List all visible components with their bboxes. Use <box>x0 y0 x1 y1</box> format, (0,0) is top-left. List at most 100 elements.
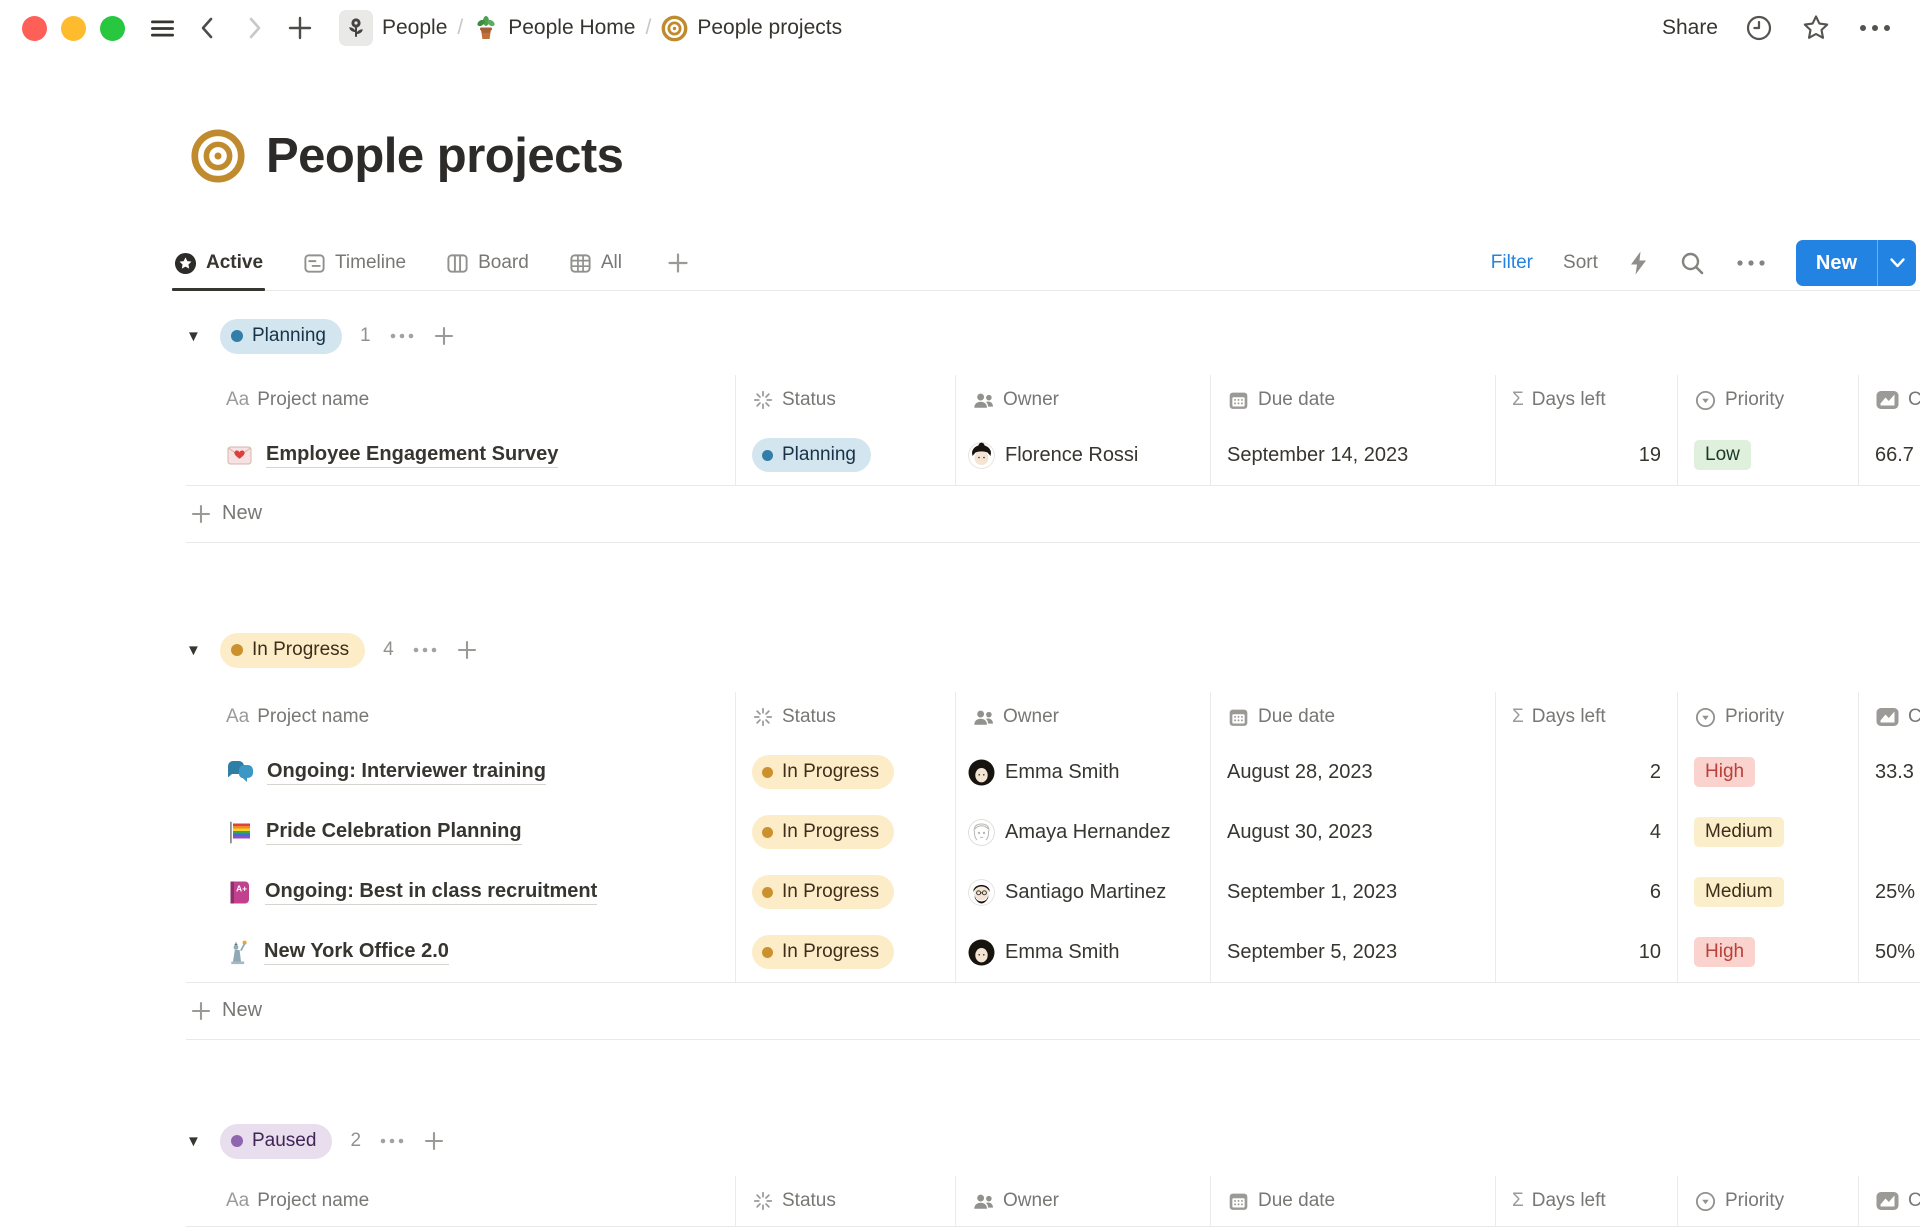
tab-timeline[interactable]: Timeline <box>301 236 408 290</box>
project-name-link[interactable]: Pride Celebration Planning <box>266 820 522 845</box>
group-pill-planning[interactable]: Planning <box>220 319 342 354</box>
column-header-priority[interactable]: Priority <box>1678 1176 1859 1226</box>
days-left-cell[interactable]: 2 <box>1496 742 1678 802</box>
new-row-button[interactable]: New <box>186 485 1920 543</box>
column-header-priority[interactable]: Priority <box>1678 692 1859 742</box>
new-row-button[interactable]: New <box>186 982 1920 1040</box>
hamburger-menu-icon[interactable] <box>145 11 179 45</box>
search-icon[interactable] <box>1679 250 1706 277</box>
share-button[interactable]: Share <box>1662 16 1718 40</box>
group-pill-paused[interactable]: Paused <box>220 1124 332 1159</box>
due-date-cell[interactable]: September 1, 2023 <box>1211 862 1496 922</box>
history-clock-icon[interactable] <box>1744 13 1774 43</box>
project-name-link[interactable]: Ongoing: Best in class recruitment <box>265 880 597 905</box>
column-header-days-left[interactable]: ΣDays left <box>1496 375 1678 425</box>
project-name-cell[interactable]: New York Office 2.0 <box>186 922 736 982</box>
project-name-cell[interactable]: Ongoing: Interviewer training <box>186 742 736 802</box>
owner-cell[interactable]: Santiago Martinez <box>956 862 1211 922</box>
filter-button[interactable]: Filter <box>1491 252 1533 274</box>
column-header-completion[interactable]: Completion <box>1859 1176 1920 1226</box>
column-header-project-name[interactable]: AaProject name <box>186 692 736 742</box>
status-cell[interactable]: In Progress <box>736 802 956 862</box>
group-more-icon[interactable] <box>412 646 438 654</box>
due-date-cell[interactable]: September 14, 2023 <box>1211 425 1496 485</box>
group-add-icon[interactable] <box>456 639 478 661</box>
column-header-due-date[interactable]: Due date <box>1211 375 1496 425</box>
automation-bolt-icon[interactable] <box>1628 250 1649 276</box>
status-cell[interactable]: Planning <box>736 425 956 485</box>
priority-cell[interactable]: Low <box>1678 425 1859 485</box>
breadcrumb-people-home[interactable]: People Home <box>467 10 641 46</box>
column-header-project-name[interactable]: AaProject name <box>186 1176 736 1226</box>
priority-cell[interactable]: High <box>1678 742 1859 802</box>
column-header-owner[interactable]: Owner <box>956 1176 1211 1226</box>
column-header-days-left[interactable]: ΣDays left <box>1496 692 1678 742</box>
breadcrumb-people[interactable]: People <box>333 6 453 50</box>
group-toggle-icon[interactable]: ▼ <box>186 328 202 345</box>
column-header-due-date[interactable]: Due date <box>1211 692 1496 742</box>
target-icon[interactable] <box>190 128 246 184</box>
column-header-status[interactable]: Status <box>736 375 956 425</box>
completion-cell[interactable]: 25% <box>1859 862 1920 922</box>
more-options-icon[interactable] <box>1858 22 1892 34</box>
owner-cell[interactable]: Amaya Hernandez <box>956 802 1211 862</box>
group-add-icon[interactable] <box>423 1130 445 1152</box>
due-date-cell[interactable]: August 28, 2023 <box>1211 742 1496 802</box>
tab-all[interactable]: All <box>567 236 624 290</box>
days-left-cell[interactable]: 6 <box>1496 862 1678 922</box>
group-more-icon[interactable] <box>379 1137 405 1145</box>
group-more-icon[interactable] <box>389 332 415 340</box>
column-header-project-name[interactable]: AaProject name <box>186 375 736 425</box>
priority-cell[interactable]: Medium <box>1678 862 1859 922</box>
group-toggle-icon[interactable]: ▼ <box>186 642 202 659</box>
column-header-completion[interactable]: Completion <box>1859 692 1920 742</box>
completion-cell[interactable]: 33.3 <box>1859 742 1920 802</box>
group-pill-in-progress[interactable]: In Progress <box>220 633 365 668</box>
project-name-cell[interactable]: Employee Engagement Survey <box>186 425 736 485</box>
tab-active[interactable]: Active <box>172 236 265 290</box>
status-cell[interactable]: In Progress <box>736 862 956 922</box>
completion-cell[interactable] <box>1859 802 1920 862</box>
column-header-status[interactable]: Status <box>736 692 956 742</box>
back-icon[interactable] <box>191 11 225 45</box>
priority-cell[interactable]: Medium <box>1678 802 1859 862</box>
add-view-icon[interactable] <box>666 251 690 275</box>
days-left-cell[interactable]: 19 <box>1496 425 1678 485</box>
new-button[interactable]: New <box>1796 240 1877 286</box>
project-name-link[interactable]: New York Office 2.0 <box>264 940 449 965</box>
owner-cell[interactable]: Emma Smith <box>956 742 1211 802</box>
column-header-due-date[interactable]: Due date <box>1211 1176 1496 1226</box>
view-more-icon[interactable] <box>1736 258 1766 268</box>
due-date-cell[interactable]: September 5, 2023 <box>1211 922 1496 982</box>
project-name-link[interactable]: Employee Engagement Survey <box>266 443 558 468</box>
new-dropdown-chevron-icon[interactable] <box>1878 240 1916 286</box>
close-window-button[interactable] <box>22 16 47 41</box>
due-date-cell[interactable]: August 30, 2023 <box>1211 802 1496 862</box>
owner-cell[interactable]: Emma Smith <box>956 922 1211 982</box>
new-tab-icon[interactable] <box>283 11 317 45</box>
favorite-star-icon[interactable] <box>1800 12 1832 44</box>
group-add-icon[interactable] <box>433 325 455 347</box>
priority-cell[interactable]: High <box>1678 922 1859 982</box>
column-header-owner[interactable]: Owner <box>956 692 1211 742</box>
minimize-window-button[interactable] <box>61 16 86 41</box>
column-header-owner[interactable]: Owner <box>956 375 1211 425</box>
days-left-cell[interactable]: 10 <box>1496 922 1678 982</box>
tab-board[interactable]: Board <box>444 236 531 290</box>
maximize-window-button[interactable] <box>100 16 125 41</box>
column-header-priority[interactable]: Priority <box>1678 375 1859 425</box>
owner-cell[interactable]: Florence Rossi <box>956 425 1211 485</box>
breadcrumb-people-projects[interactable]: People projects <box>655 11 848 46</box>
project-name-cell[interactable]: Pride Celebration Planning <box>186 802 736 862</box>
completion-cell[interactable]: 50% <box>1859 922 1920 982</box>
completion-cell[interactable]: 66.7 <box>1859 425 1920 485</box>
column-header-status[interactable]: Status <box>736 1176 956 1226</box>
project-name-link[interactable]: Ongoing: Interviewer training <box>267 760 546 785</box>
status-cell[interactable]: In Progress <box>736 742 956 802</box>
column-header-days-left[interactable]: ΣDays left <box>1496 1176 1678 1226</box>
status-cell[interactable]: In Progress <box>736 922 956 982</box>
column-header-completion[interactable]: Completion <box>1859 375 1920 425</box>
sort-button[interactable]: Sort <box>1563 252 1598 274</box>
forward-icon[interactable] <box>237 11 271 45</box>
days-left-cell[interactable]: 4 <box>1496 802 1678 862</box>
